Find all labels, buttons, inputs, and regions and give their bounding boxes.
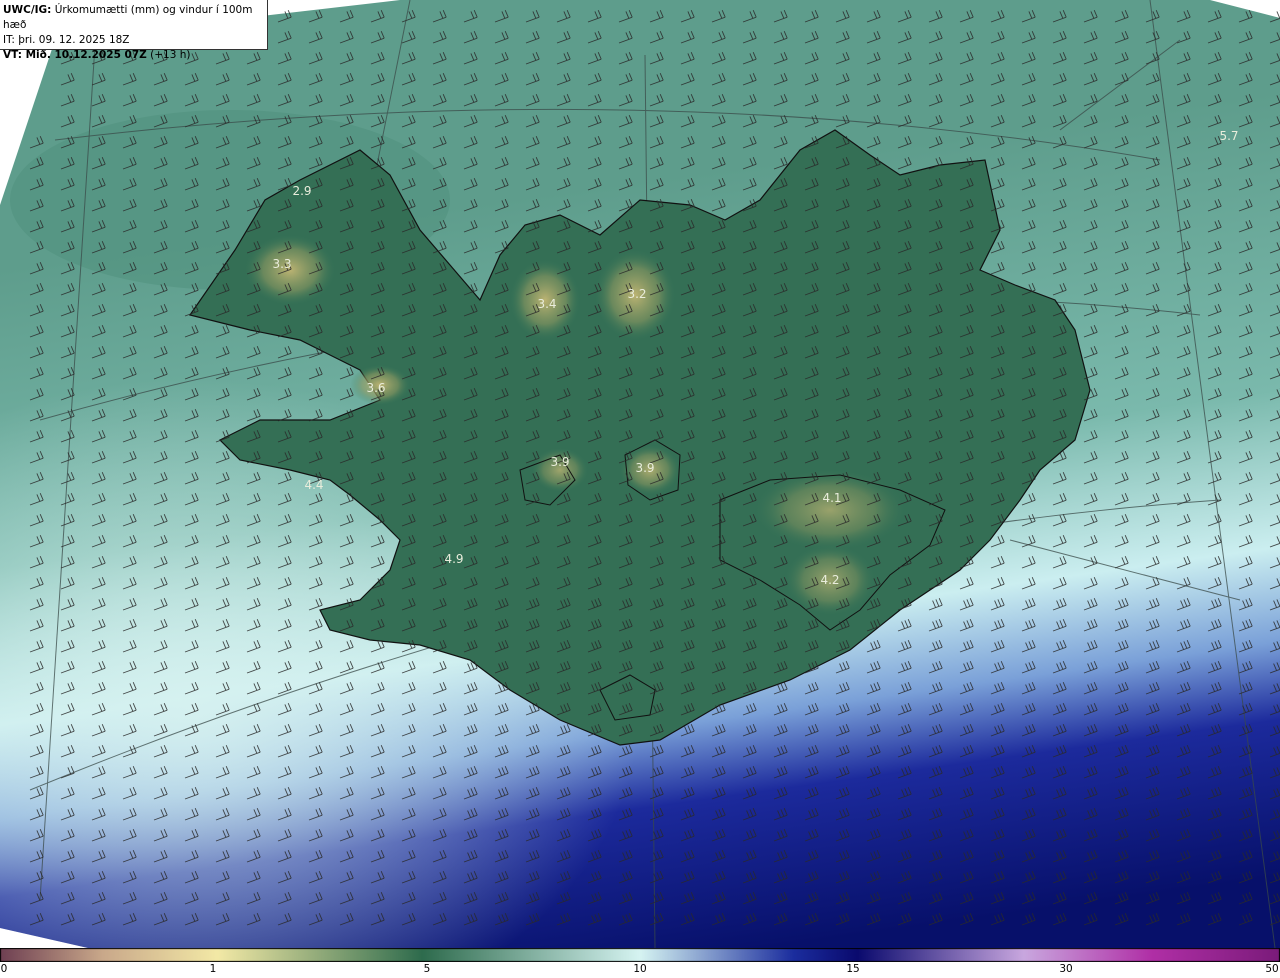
colorbar-tick: 30 [1059, 963, 1073, 975]
colorbar-tick: 10 [633, 963, 647, 975]
value-label: 4.9 [444, 552, 463, 566]
colorbar-tick: 15 [846, 963, 860, 975]
initial-time: IT: þri. 09. 12. 2025 18Z [3, 34, 130, 46]
value-label: 3.4 [537, 297, 556, 311]
map-header: UWC/IG: Úrkomumætti (mm) og vindur í 100… [0, 0, 268, 61]
value-label: 4.4 [304, 478, 323, 492]
product-code: UWC/IG: [3, 4, 52, 16]
value-label: 4.2 [820, 573, 839, 587]
value-label: 4.1 [822, 491, 841, 505]
value-label: 3.6 [366, 381, 385, 395]
precipitable-water-map: 2.9 3.3 3.4 3.2 3.6 3.9 3.9 4.1 4.2 4.9 4.4 5.7 [0, 0, 1280, 948]
colorbar-tick: 0 [0, 963, 8, 975]
value-label: 3.3 [272, 257, 291, 271]
value-label: 2.9 [292, 184, 311, 198]
colorbar [0, 948, 1280, 962]
value-label: 5.7 [1219, 129, 1238, 143]
value-label: 3.9 [635, 461, 654, 475]
value-label: 3.9 [550, 455, 569, 469]
value-label: 3.2 [627, 287, 646, 301]
colorbar-tick: 5 [423, 963, 431, 975]
colorbar-ticks: 0 1 5 10 15 30 50 [0, 962, 1280, 978]
colorbar-tick: 1 [209, 963, 217, 975]
lead-time: (+13 h) [150, 49, 191, 61]
valid-time: VT: Mið. 10.12.2025 07Z [3, 49, 147, 61]
colorbar-tick: 50 [1265, 963, 1279, 975]
